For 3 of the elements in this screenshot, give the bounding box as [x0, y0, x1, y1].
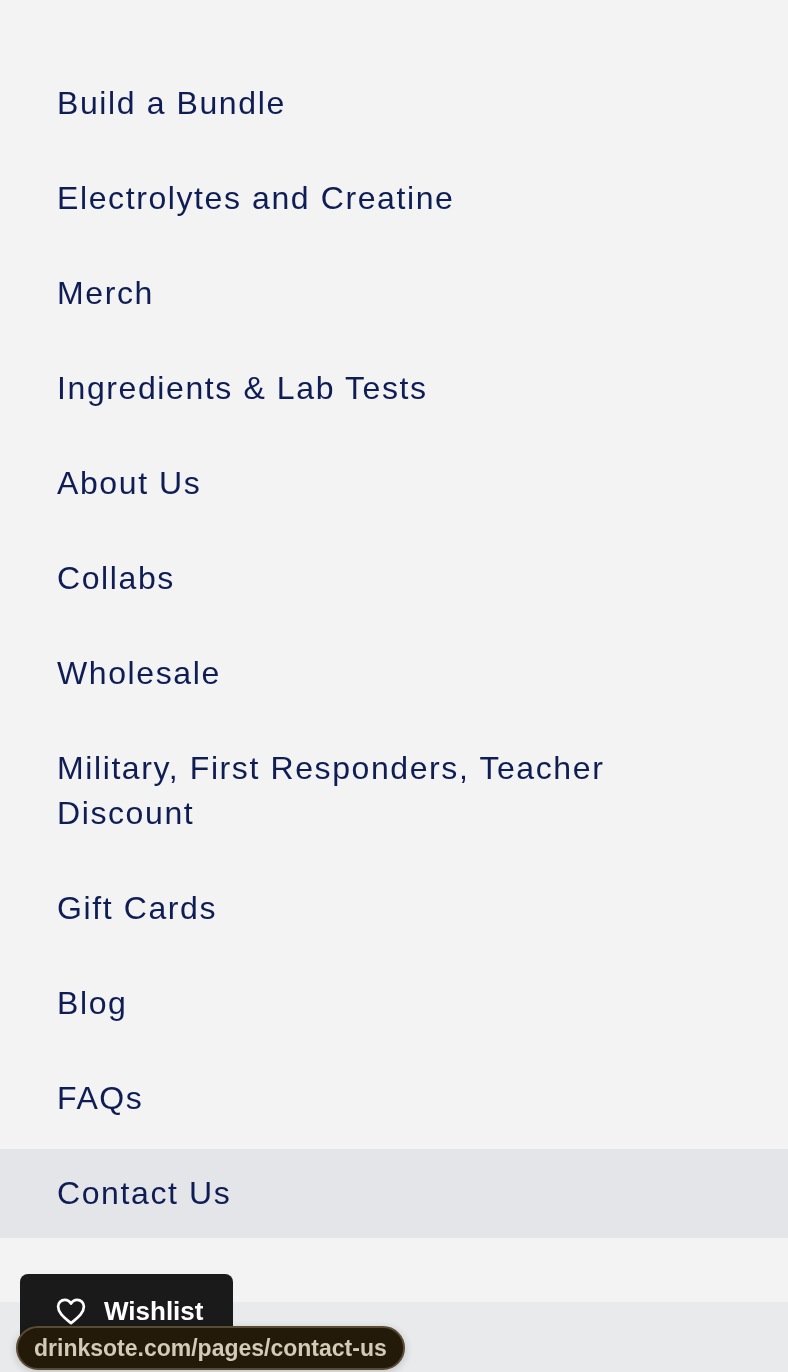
heart-icon: [56, 1297, 86, 1325]
link-url-tooltip: drinksote.com/pages/contact-us: [16, 1326, 405, 1370]
menu-link[interactable]: Contact Us: [0, 1149, 788, 1238]
